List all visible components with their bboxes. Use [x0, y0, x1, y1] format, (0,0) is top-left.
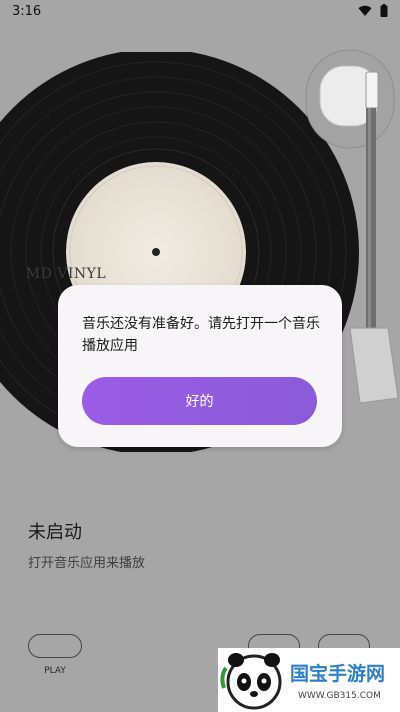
status-icons [358, 4, 388, 17]
wifi-icon [358, 5, 372, 17]
svg-text:国宝手游网: 国宝手游网 [290, 662, 385, 685]
status-time: 3:16 [12, 4, 42, 19]
dialog-message: 音乐还没有准备好。请先打开一个音乐播放应用 [82, 316, 320, 354]
battery-icon [380, 4, 388, 17]
dialog-ok-button[interactable]: 好的 [82, 377, 317, 425]
track-title: 未启动 [28, 522, 82, 543]
watermark-logo: 国宝手游网 WWW.GB315.COM [218, 648, 400, 712]
svg-text:WWW.GB315.COM: WWW.GB315.COM [298, 691, 381, 701]
record-label-text: MD VINYL [25, 266, 107, 282]
track-subtitle: 打开音乐应用来播放 [28, 556, 146, 571]
status-bar: 3:16 [0, 0, 400, 26]
play-label: PLAY [44, 666, 66, 676]
play-button[interactable] [28, 634, 82, 658]
app-screen: 3:16 MD VINYL 未启动 打开音乐应用来播放 PLAY 国宝手游网 W… [0, 0, 400, 712]
alert-dialog: 音乐还没有准备好。请先打开一个音乐播放应用 好的 [58, 285, 342, 447]
